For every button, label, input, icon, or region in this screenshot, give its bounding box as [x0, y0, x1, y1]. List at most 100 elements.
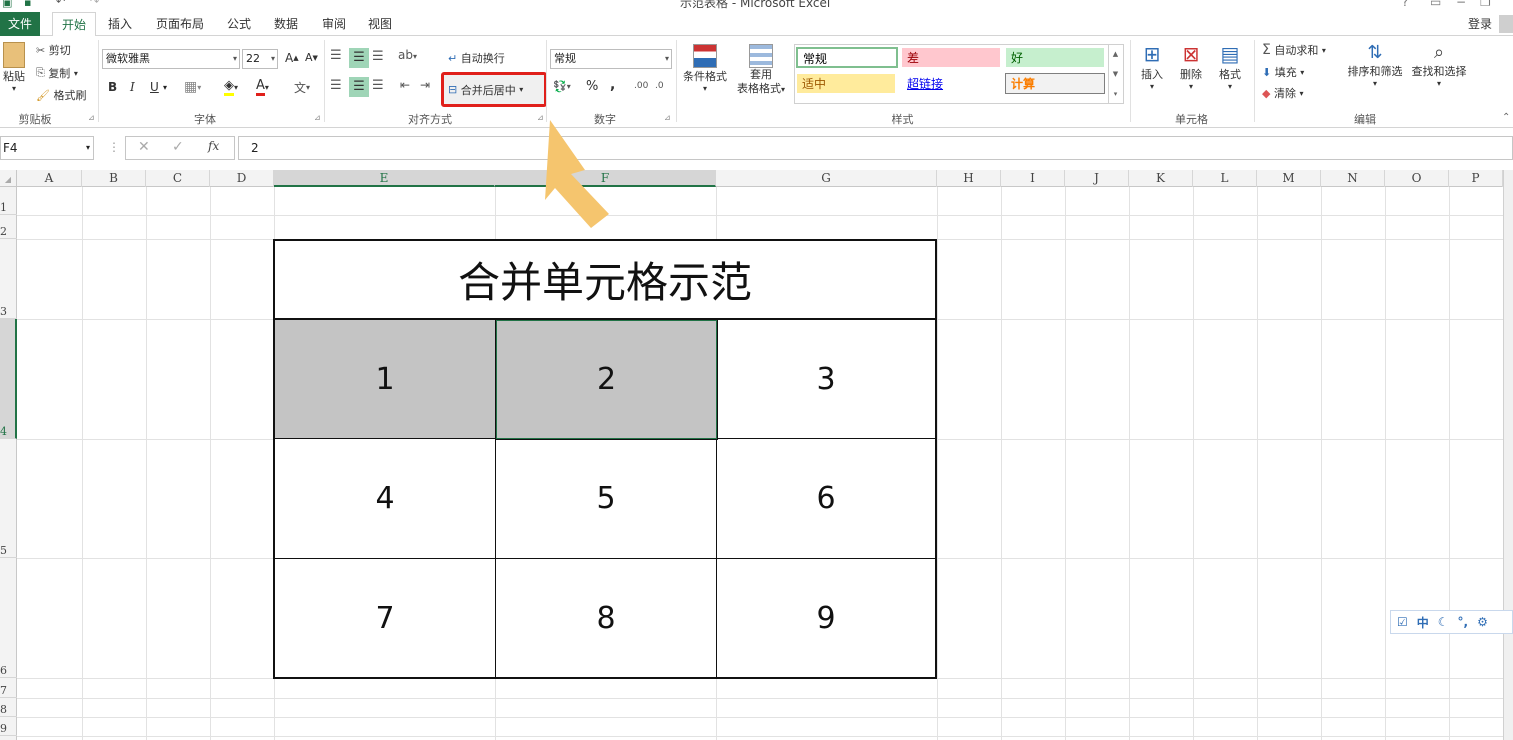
table-cell[interactable]: 9	[717, 559, 935, 677]
cancel-icon[interactable]: ✕	[138, 139, 150, 155]
align-bottom-button[interactable]: ☰	[372, 48, 388, 64]
collapse-ribbon-icon[interactable]: ⌃	[1502, 112, 1510, 123]
row-header[interactable]: 3	[0, 239, 17, 319]
percent-button[interactable]: %	[586, 79, 598, 94]
dialog-launcher-icon[interactable]: ⊿	[88, 113, 95, 122]
format-painter-button[interactable]: 🖌 格式刷	[36, 87, 86, 103]
select-all-button[interactable]: ◢	[0, 170, 17, 187]
border-button[interactable]: ▦ ▾	[184, 79, 201, 95]
wrap-text-button[interactable]: ↵ 自动换行	[448, 50, 505, 66]
comma-button[interactable]: ,	[610, 77, 615, 93]
dialog-launcher-icon[interactable]: ⊿	[314, 113, 321, 122]
column-header[interactable]: O	[1385, 170, 1449, 187]
font-name-select[interactable]: 微软雅黑 ▾	[102, 49, 240, 69]
table-cell[interactable]: 4	[275, 439, 496, 559]
row-header[interactable]: 8	[0, 698, 17, 717]
help-icon[interactable]: ?	[1402, 0, 1408, 9]
italic-button[interactable]: I	[130, 80, 135, 94]
underline-button[interactable]: U	[150, 80, 159, 94]
login-link[interactable]: 登录	[1462, 12, 1498, 36]
merge-center-button[interactable]: ⊟ 合并后居中 ▾	[441, 72, 547, 107]
name-box[interactable]: F4 ▾	[0, 136, 94, 160]
chevron-down-icon[interactable]: ▾	[163, 83, 167, 92]
style-normal[interactable]: 常规	[796, 47, 898, 68]
column-header[interactable]: J	[1065, 170, 1129, 187]
ime-language[interactable]: 中	[1417, 614, 1429, 631]
punctuation-icon[interactable]: °,	[1458, 615, 1469, 629]
phonetic-button[interactable]: 文 ▾	[294, 79, 310, 96]
save-icon[interactable]: ▪	[24, 0, 31, 9]
column-header[interactable]: E	[274, 170, 495, 187]
format-cells-button[interactable]: ▤ 格式 ▾	[1214, 42, 1246, 91]
format-as-table-button[interactable]: 套用 表格格式▾	[732, 44, 790, 97]
column-header[interactable]: L	[1193, 170, 1257, 187]
column-header[interactable]: N	[1321, 170, 1385, 187]
column-header[interactable]: H	[937, 170, 1001, 187]
sort-filter-button[interactable]: ⇅ 排序和筛选 ▾	[1344, 42, 1406, 88]
style-good[interactable]: 好	[1005, 47, 1105, 68]
column-header[interactable]: A	[17, 170, 82, 187]
grow-font-button[interactable]: A ▲	[285, 51, 299, 65]
row-header[interactable]: 6	[0, 558, 17, 678]
moon-icon[interactable]: ☾	[1438, 615, 1449, 629]
column-header[interactable]: G	[716, 170, 937, 187]
row-header[interactable]: 7	[0, 678, 17, 698]
undo-icon[interactable]: ↶	[56, 0, 65, 8]
insert-cells-button[interactable]: ⊞ 插入 ▾	[1136, 42, 1168, 91]
checkbox-icon[interactable]: ☑	[1397, 615, 1408, 629]
column-header[interactable]: M	[1257, 170, 1321, 187]
insert-function-icon[interactable]: fx	[208, 139, 219, 153]
tab-insert[interactable]: 插入	[100, 12, 140, 36]
autosum-button[interactable]: Σ 自动求和 ▾	[1262, 42, 1326, 58]
tab-data[interactable]: 数据	[266, 12, 306, 36]
column-header[interactable]: I	[1001, 170, 1065, 187]
style-calculation[interactable]: 计算	[1005, 73, 1105, 94]
column-header[interactable]: C	[146, 170, 210, 187]
vertical-scrollbar[interactable]	[1503, 170, 1513, 740]
shrink-font-button[interactable]: A ▼	[305, 51, 318, 64]
fill-button[interactable]: ⬇ 填充 ▾	[1262, 64, 1304, 80]
row-header[interactable]: 5	[0, 439, 17, 558]
copy-button[interactable]: ⎘ 复制 ▾	[36, 65, 78, 81]
style-neutral[interactable]: 适中	[796, 73, 896, 94]
font-size-select[interactable]: 22 ▾	[242, 49, 278, 69]
row-header[interactable]: 9	[0, 717, 17, 736]
row-header[interactable]: 4	[0, 319, 17, 439]
ime-toolbar[interactable]: ☑ 中 ☾ °, ⚙	[1390, 610, 1513, 634]
column-header[interactable]: B	[82, 170, 146, 187]
align-middle-button[interactable]: ☰	[349, 48, 369, 68]
tab-home[interactable]: 开始	[52, 12, 96, 37]
orientation-button[interactable]: ab▾	[398, 48, 417, 62]
table-cell[interactable]: 8	[496, 559, 717, 677]
font-color-button[interactable]: A ▾	[256, 78, 269, 96]
restore-icon[interactable]: ❐	[1480, 0, 1491, 9]
style-hyperlink[interactable]: 超链接	[901, 73, 1001, 94]
decrease-decimal-button[interactable]: .0	[655, 81, 664, 91]
gallery-scroll[interactable]: ▲ ▼ ▾	[1108, 44, 1122, 104]
merged-title-cell[interactable]: 合并单元格示范	[275, 241, 935, 320]
table-cell[interactable]: 3	[717, 320, 935, 439]
align-left-button[interactable]: ☰	[330, 78, 342, 93]
align-top-button[interactable]: ☰	[330, 48, 346, 64]
minimize-icon[interactable]: −	[1456, 0, 1466, 9]
settings-icon[interactable]: ⚙	[1477, 615, 1488, 629]
formula-input[interactable]: 2	[238, 136, 1513, 160]
paste-button[interactable]: 粘贴 ▾	[0, 42, 28, 93]
number-format-select[interactable]: 常规 ▾	[550, 49, 672, 69]
row-header[interactable]: 1	[0, 187, 17, 215]
find-select-button[interactable]: ⌕ 查找和选择 ▾	[1408, 42, 1470, 88]
fill-color-button[interactable]: ◈ ▾	[224, 78, 238, 96]
align-right-button[interactable]: ☰	[372, 78, 384, 93]
tab-page-layout[interactable]: 页面布局	[150, 12, 210, 36]
delete-cells-button[interactable]: ⊠ 删除 ▾	[1175, 42, 1207, 91]
tab-review[interactable]: 审阅	[314, 12, 354, 36]
tab-formulas[interactable]: 公式	[220, 12, 258, 36]
increase-indent-button[interactable]: ⇥	[420, 78, 430, 92]
tab-view[interactable]: 视图	[360, 12, 400, 36]
dialog-launcher-icon[interactable]: ⊿	[664, 113, 671, 122]
conditional-format-button[interactable]: 条件格式 ▾	[680, 44, 730, 93]
table-cell[interactable]: 7	[275, 559, 496, 677]
decrease-indent-button[interactable]: ⇤	[400, 78, 410, 92]
clear-button[interactable]: ◆ 清除 ▾	[1262, 85, 1303, 101]
table-cell[interactable]: 6	[717, 439, 935, 559]
